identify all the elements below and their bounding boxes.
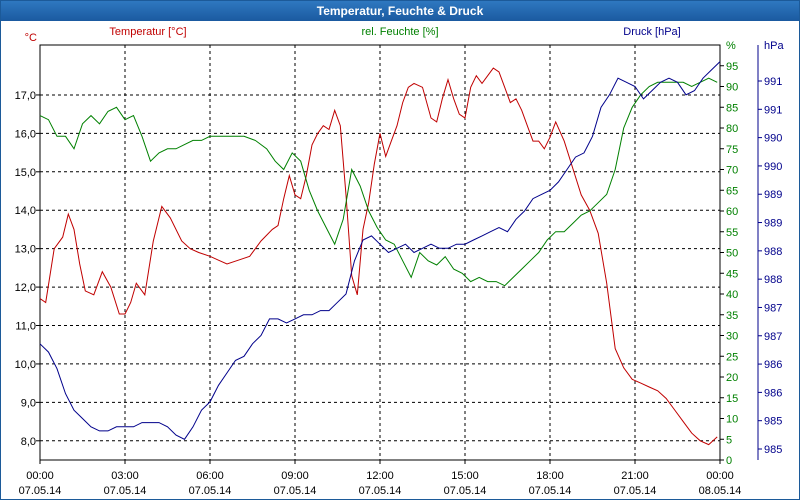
x-tick-label-time: 03:00 (111, 470, 139, 482)
y-tick-label-humidity: 75 (726, 144, 738, 156)
x-tick-label-date: 07.05.14 (189, 485, 232, 497)
y-tick-label-humidity: 15 (726, 393, 738, 405)
x-tick-label-time: 00:00 (706, 470, 734, 482)
y-tick-label-humidity: 30 (726, 331, 738, 343)
x-tick-label-time: 12:00 (366, 470, 394, 482)
humidity-axis-label: rel. Feuchte [%] (361, 26, 438, 38)
x-tick-label-time: 09:00 (281, 470, 309, 482)
y-tick-label-pressure: 991 (764, 76, 782, 88)
x-tick-label-date: 07.05.14 (359, 485, 402, 497)
pressure-axis-label: Druck [hPa] (623, 26, 680, 38)
y-tick-label-pressure: 987 (764, 302, 782, 314)
y-tick-label-pressure: 990 (764, 133, 782, 145)
temperature-unit-label: °C (25, 32, 37, 44)
y-tick-label-pressure: 987 (764, 331, 782, 343)
y-tick-label-humidity: 65 (726, 185, 738, 197)
x-tick-label-time: 21:00 (621, 470, 649, 482)
x-tick-label-time: 06:00 (196, 470, 224, 482)
x-tick-label-time: 18:00 (536, 470, 564, 482)
y-tick-label-humidity: 95 (726, 61, 738, 73)
y-tick-label-pressure: 986 (764, 387, 782, 399)
x-tick-label-time: 15:00 (451, 470, 479, 482)
y-tick-label-humidity: 50 (726, 248, 738, 260)
y-tick-label-temperature: 11,0 (15, 321, 36, 333)
temperature-axis-label: Temperatur [°C] (109, 26, 186, 38)
humidity-unit-label: % (726, 40, 736, 52)
y-tick-label-pressure: 991 (764, 104, 782, 116)
y-tick-label-humidity: 40 (726, 289, 738, 301)
y-tick-label-pressure: 988 (764, 246, 782, 258)
x-tick-label-date: 07.05.14 (614, 485, 657, 497)
y-tick-label-humidity: 10 (726, 414, 738, 426)
y-tick-label-humidity: 80 (726, 123, 738, 135)
y-tick-label-temperature: 9,0 (21, 397, 36, 409)
y-tick-label-temperature: 14,0 (15, 205, 36, 217)
x-tick-label-date: 07.05.14 (274, 485, 317, 497)
y-tick-label-humidity: 90 (726, 82, 738, 94)
y-tick-label-pressure: 985 (764, 416, 782, 428)
x-tick-label-date: 07.05.14 (529, 485, 572, 497)
y-tick-label-pressure: 990 (764, 161, 782, 173)
y-tick-label-humidity: 25 (726, 351, 738, 363)
y-tick-label-humidity: 55 (726, 227, 738, 239)
y-tick-label-temperature: 17,0 (15, 90, 36, 102)
y-tick-label-pressure: 986 (764, 359, 782, 371)
y-tick-label-humidity: 5 (726, 434, 732, 446)
x-tick-label-date: 07.05.14 (104, 485, 147, 497)
y-tick-label-temperature: 12,0 (15, 282, 36, 294)
y-tick-label-humidity: 45 (726, 268, 738, 280)
chart-plot: 00:00 07.05.14 03:00 07.05.14 06:00 07.05.14 0… (15, 26, 785, 497)
y-tick-label-humidity: 60 (726, 206, 738, 218)
x-tick-label-date: 07.05.14 (19, 485, 62, 497)
y-tick-label-humidity: 85 (726, 102, 738, 114)
y-tick-label-pressure: 988 (764, 274, 782, 286)
y-tick-label-temperature: 15,0 (15, 167, 36, 179)
x-tick-label-time: 00:00 (26, 470, 54, 482)
y-tick-label-temperature: 8,0 (21, 436, 36, 448)
x-tick-label-date: 08.05.14 (699, 485, 742, 497)
pressure-unit-label: hPa (764, 40, 784, 52)
y-tick-label-humidity: 0 (726, 455, 732, 467)
y-tick-label-pressure: 989 (764, 189, 782, 201)
y-tick-label-humidity: 35 (726, 310, 738, 322)
x-tick-label-date: 07.05.14 (444, 485, 487, 497)
y-tick-label-pressure: 985 (764, 444, 782, 456)
y-tick-label-humidity: 70 (726, 165, 738, 177)
y-tick-label-temperature: 16,0 (15, 128, 36, 140)
y-tick-label-temperature: 13,0 (15, 244, 36, 256)
y-tick-label-temperature: 10,0 (15, 359, 36, 371)
y-tick-label-humidity: 20 (726, 372, 738, 384)
y-tick-label-pressure: 989 (764, 218, 782, 230)
